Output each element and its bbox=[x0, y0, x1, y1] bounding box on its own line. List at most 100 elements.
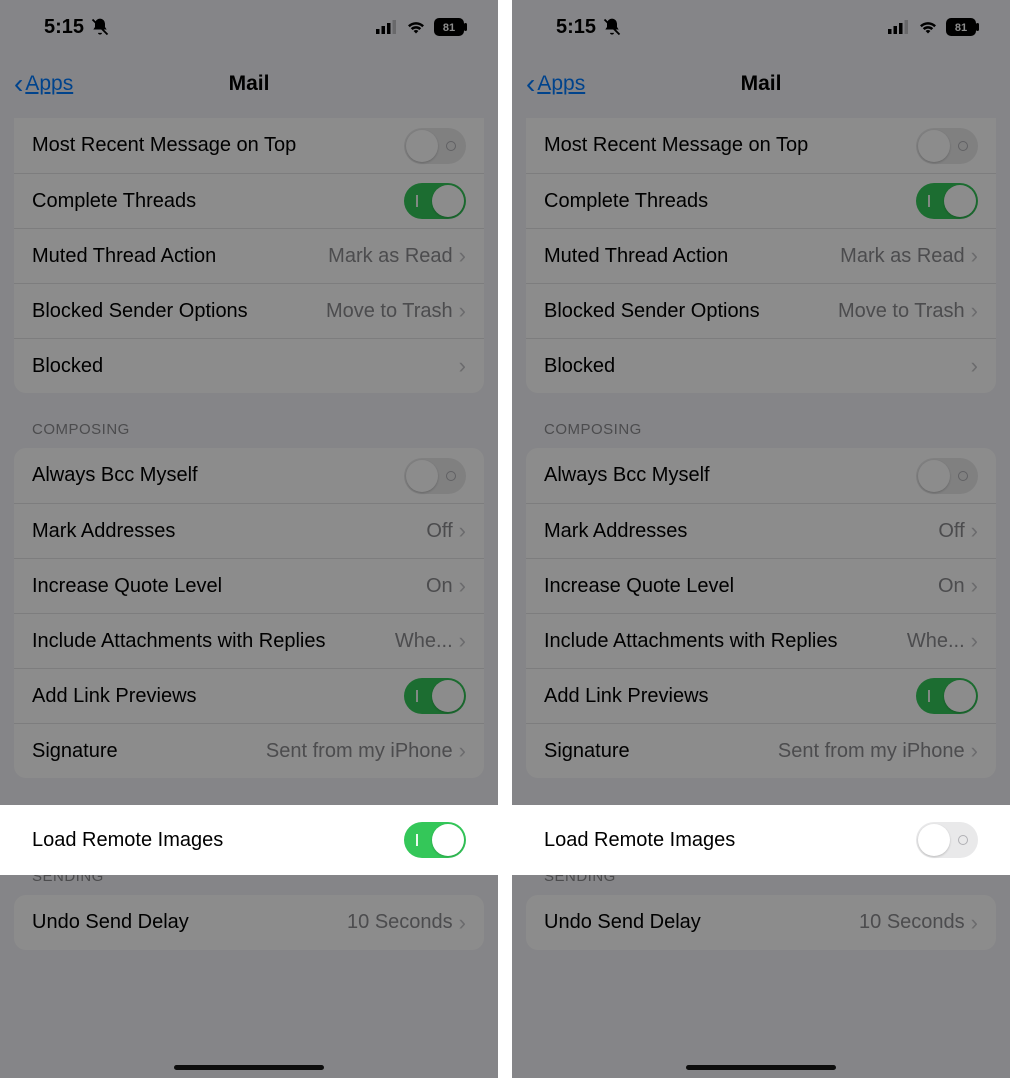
muted-action-label: Muted Thread Action bbox=[32, 245, 328, 268]
toggle-link-previews[interactable] bbox=[916, 678, 978, 714]
chevron-left-icon: ‹ bbox=[526, 68, 535, 100]
toggle-most-recent[interactable] bbox=[404, 128, 466, 164]
include-attachments-value: Whe... bbox=[395, 630, 453, 653]
blocked-label: Blocked bbox=[32, 355, 459, 378]
blocked-options-label: Blocked Sender Options bbox=[544, 300, 838, 323]
toggle-most-recent[interactable] bbox=[916, 128, 978, 164]
row-always-bcc[interactable]: Always Bcc Myself bbox=[526, 448, 996, 503]
quote-level-value: On bbox=[938, 575, 965, 598]
back-button[interactable]: ‹ Apps bbox=[526, 54, 585, 114]
blocked-options-label: Blocked Sender Options bbox=[32, 300, 326, 323]
muted-action-value: Mark as Read bbox=[840, 245, 965, 268]
wifi-icon bbox=[406, 20, 426, 34]
row-most-recent[interactable]: Most Recent Message on Top bbox=[14, 118, 484, 173]
row-signature[interactable]: Signature Sent from my iPhone › bbox=[526, 723, 996, 778]
composing-group: Always Bcc Myself Mark Addresses Off › I… bbox=[14, 448, 484, 778]
row-undo-send-delay[interactable]: Undo Send Delay 10 Seconds › bbox=[526, 895, 996, 950]
signature-label: Signature bbox=[544, 740, 778, 763]
home-indicator[interactable] bbox=[174, 1065, 324, 1070]
undo-send-label: Undo Send Delay bbox=[32, 911, 347, 934]
chevron-right-icon: › bbox=[971, 243, 978, 269]
status-time: 5:15 bbox=[44, 16, 84, 39]
muted-action-label: Muted Thread Action bbox=[544, 245, 840, 268]
home-indicator[interactable] bbox=[686, 1065, 836, 1070]
section-header-composing: Composing bbox=[0, 393, 498, 448]
row-complete-threads[interactable]: Complete Threads bbox=[526, 173, 996, 228]
section-header-composing: Composing bbox=[512, 393, 1010, 448]
row-signature[interactable]: Signature Sent from my iPhone › bbox=[14, 723, 484, 778]
row-quote-level[interactable]: Increase Quote Level On › bbox=[526, 558, 996, 613]
mark-addresses-value: Off bbox=[426, 520, 452, 543]
chevron-right-icon: › bbox=[971, 353, 978, 379]
row-blocked-sender-options[interactable]: Blocked Sender Options Move to Trash › bbox=[526, 283, 996, 338]
chevron-right-icon: › bbox=[971, 298, 978, 324]
page-title: Mail bbox=[741, 72, 782, 96]
mark-addresses-label: Mark Addresses bbox=[32, 520, 426, 543]
row-muted-action[interactable]: Muted Thread Action Mark as Read › bbox=[14, 228, 484, 283]
row-blocked[interactable]: Blocked › bbox=[14, 338, 484, 393]
row-mark-addresses[interactable]: Mark Addresses Off › bbox=[526, 503, 996, 558]
toggle-always-bcc[interactable] bbox=[404, 458, 466, 494]
composing-group: Always Bcc Myself Mark Addresses Off › I… bbox=[526, 448, 996, 778]
chevron-right-icon: › bbox=[459, 573, 466, 599]
screenshot-left: 5:15 81 ‹ Apps Mail Most Rece bbox=[0, 0, 498, 1078]
chevron-right-icon: › bbox=[459, 243, 466, 269]
sending-group: Undo Send Delay 10 Seconds › bbox=[526, 895, 996, 950]
complete-threads-label: Complete Threads bbox=[544, 190, 916, 213]
toggle-link-previews[interactable] bbox=[404, 678, 466, 714]
chevron-right-icon: › bbox=[459, 298, 466, 324]
row-always-bcc[interactable]: Always Bcc Myself bbox=[14, 448, 484, 503]
nav-bar: ‹ Apps Mail bbox=[512, 54, 1010, 114]
row-include-attachments[interactable]: Include Attachments with Replies Whe... … bbox=[526, 613, 996, 668]
chevron-right-icon: › bbox=[459, 910, 466, 936]
threading-group: Most Recent Message on Top Complete Thre… bbox=[526, 118, 996, 393]
status-bar: 5:15 81 bbox=[512, 0, 1010, 54]
toggle-complete-threads[interactable] bbox=[404, 183, 466, 219]
battery-icon: 81 bbox=[434, 18, 468, 36]
row-load-remote-images[interactable]: Load Remote Images bbox=[512, 805, 1010, 875]
chevron-right-icon: › bbox=[971, 573, 978, 599]
wifi-icon bbox=[918, 20, 938, 34]
row-most-recent[interactable]: Most Recent Message on Top bbox=[526, 118, 996, 173]
dnd-icon bbox=[90, 17, 110, 37]
complete-threads-label: Complete Threads bbox=[32, 190, 404, 213]
signal-icon bbox=[376, 20, 398, 34]
chevron-left-icon: ‹ bbox=[14, 68, 23, 100]
chevron-right-icon: › bbox=[459, 738, 466, 764]
row-undo-send-delay[interactable]: Undo Send Delay 10 Seconds › bbox=[14, 895, 484, 950]
toggle-always-bcc[interactable] bbox=[916, 458, 978, 494]
row-add-link-previews[interactable]: Add Link Previews bbox=[526, 668, 996, 723]
page-title: Mail bbox=[229, 72, 270, 96]
row-load-remote-images[interactable]: Load Remote Images bbox=[0, 805, 498, 875]
row-blocked[interactable]: Blocked › bbox=[526, 338, 996, 393]
always-bcc-label: Always Bcc Myself bbox=[32, 464, 404, 487]
screenshot-right: 5:15 81 ‹ Apps Mail Most Recent Me bbox=[512, 0, 1010, 1078]
svg-text:81: 81 bbox=[955, 22, 967, 34]
undo-send-label: Undo Send Delay bbox=[544, 911, 859, 934]
signature-value: Sent from my iPhone bbox=[778, 740, 965, 763]
nav-bar: ‹ Apps Mail bbox=[0, 54, 498, 114]
most-recent-label: Most Recent Message on Top bbox=[32, 134, 404, 157]
chevron-right-icon: › bbox=[971, 738, 978, 764]
toggle-load-remote-images[interactable] bbox=[916, 822, 978, 858]
toggle-complete-threads[interactable] bbox=[916, 183, 978, 219]
status-bar: 5:15 81 bbox=[0, 0, 498, 54]
row-quote-level[interactable]: Increase Quote Level On › bbox=[14, 558, 484, 613]
row-complete-threads[interactable]: Complete Threads bbox=[14, 173, 484, 228]
row-add-link-previews[interactable]: Add Link Previews bbox=[14, 668, 484, 723]
toggle-load-remote-images[interactable] bbox=[404, 822, 466, 858]
row-muted-action[interactable]: Muted Thread Action Mark as Read › bbox=[526, 228, 996, 283]
row-blocked-sender-options[interactable]: Blocked Sender Options Move to Trash › bbox=[14, 283, 484, 338]
threading-group: Most Recent Message on Top Complete Thre… bbox=[14, 118, 484, 393]
add-link-previews-label: Add Link Previews bbox=[544, 685, 916, 708]
back-button[interactable]: ‹ Apps bbox=[14, 54, 73, 114]
back-label: Apps bbox=[25, 72, 73, 96]
svg-text:81: 81 bbox=[443, 22, 455, 34]
chevron-right-icon: › bbox=[971, 518, 978, 544]
quote-level-value: On bbox=[426, 575, 453, 598]
row-mark-addresses[interactable]: Mark Addresses Off › bbox=[14, 503, 484, 558]
chevron-right-icon: › bbox=[971, 628, 978, 654]
always-bcc-label: Always Bcc Myself bbox=[544, 464, 916, 487]
row-include-attachments[interactable]: Include Attachments with Replies Whe... … bbox=[14, 613, 484, 668]
mark-addresses-value: Off bbox=[938, 520, 964, 543]
